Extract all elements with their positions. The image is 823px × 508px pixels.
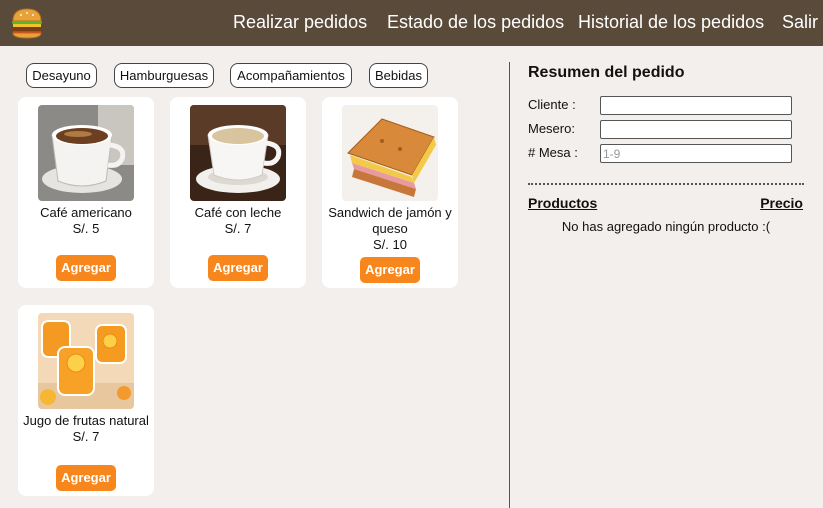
summary-separator bbox=[528, 183, 804, 185]
category-desayuno-button[interactable]: Desayuno bbox=[26, 63, 97, 88]
top-navbar: Realizar pedidos Estado de los pedidos H… bbox=[0, 0, 823, 46]
nav-salir[interactable]: Salir bbox=[782, 10, 818, 34]
summary-title: Resumen del pedido bbox=[528, 64, 685, 81]
latte-cup-photo bbox=[190, 105, 286, 201]
client-input[interactable] bbox=[600, 96, 792, 115]
product-name: Café con leche bbox=[194, 205, 282, 220]
category-acompanamientos-button[interactable]: Acompañamientos bbox=[230, 63, 352, 88]
add-button[interactable]: Agregar bbox=[56, 255, 116, 281]
category-bebidas-button[interactable]: Bebidas bbox=[369, 63, 428, 88]
product-price: S/. 5 bbox=[72, 221, 100, 236]
product-name: Jugo de frutas natural bbox=[23, 413, 149, 428]
product-card: Café con leche S/. 7 Agregar bbox=[170, 97, 306, 288]
products-column-header: Productos bbox=[528, 195, 598, 211]
product-card: Jugo de frutas natural S/. 7 Agregar bbox=[18, 305, 154, 496]
product-card: Sandwich de jamón y queso S/. 10 Agregar bbox=[322, 97, 458, 288]
table-label: # Mesa : bbox=[528, 145, 578, 160]
nav-historial-pedidos[interactable]: Historial de los pedidos bbox=[578, 10, 764, 34]
nav-realizar-pedidos[interactable]: Realizar pedidos bbox=[233, 10, 367, 34]
client-label: Cliente : bbox=[528, 97, 576, 112]
table-input[interactable] bbox=[600, 144, 792, 163]
empty-order-message: No has agregado ningún producto :( bbox=[561, 219, 771, 234]
price-column-header: Precio bbox=[760, 195, 803, 211]
sandwich-photo bbox=[342, 105, 438, 201]
panel-divider bbox=[509, 62, 510, 508]
category-hamburguesas-button[interactable]: Hamburguesas bbox=[114, 63, 214, 88]
product-price: S/. 7 bbox=[72, 429, 100, 444]
product-name: Café americano bbox=[40, 205, 132, 220]
add-button[interactable]: Agregar bbox=[360, 257, 420, 283]
coffee-cup-photo bbox=[38, 105, 134, 201]
juice-jars-photo bbox=[38, 313, 134, 409]
product-price: S/. 7 bbox=[224, 221, 252, 236]
product-price: S/. 10 bbox=[373, 237, 407, 252]
burger-icon[interactable] bbox=[8, 4, 46, 42]
product-card: Café americano S/. 5 Agregar bbox=[18, 97, 154, 288]
add-button[interactable]: Agregar bbox=[208, 255, 268, 281]
nav-estado-pedidos[interactable]: Estado de los pedidos bbox=[387, 10, 564, 34]
product-name: Sandwich de jamón y queso bbox=[328, 205, 452, 236]
waiter-label: Mesero: bbox=[528, 121, 575, 136]
add-button[interactable]: Agregar bbox=[56, 465, 116, 491]
waiter-input[interactable] bbox=[600, 120, 792, 139]
